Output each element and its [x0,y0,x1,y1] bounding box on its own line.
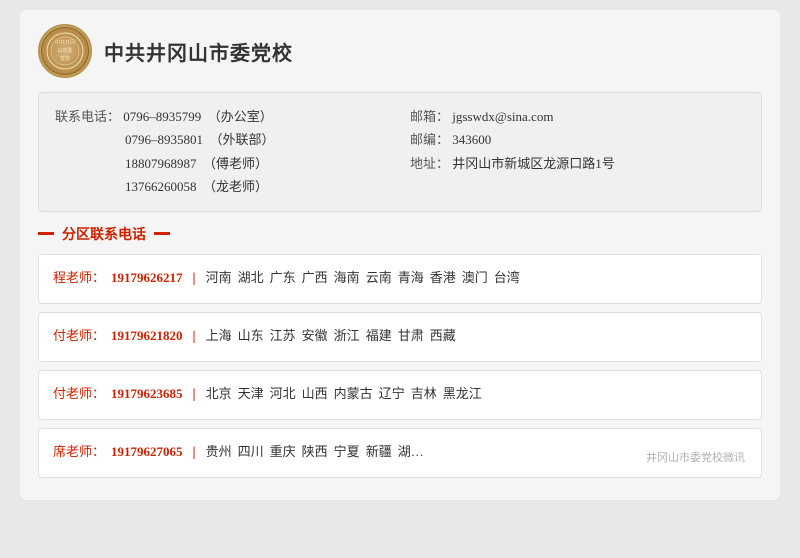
region-2-5: 辽宁 [379,381,405,407]
region-2-6: 吉林 [411,381,437,407]
teacher-phone-1: 19179621820 [111,323,183,349]
region-0-9: 台湾 [494,265,520,291]
region-1-6: 甘肃 [398,323,424,349]
teacher-name-0: 程老师： [53,265,105,291]
teacher-phone-3: 19179627065 [111,439,183,465]
region-3-5: 新疆 [366,439,392,465]
teacher-name-3: 席老师： [53,439,105,465]
region-1-7: 西藏 [430,323,456,349]
main-container: 中共井冈 山市委 党校 中共井冈山市委党校 联系电话： 0796–8935799… [20,10,780,500]
info-right: 邮箱： jgsswdx@sina.com 邮编： 343600 地址： 井冈山市… [410,105,745,199]
email-row: 邮箱： jgsswdx@sina.com [410,105,745,128]
region-1-3: 安徽 [302,323,328,349]
region-3-4: 宁夏 [334,439,360,465]
section-header: 分区联系电话 [38,224,762,244]
contact-info-block: 联系电话： 0796–8935799 （办公室） 0796–8935801 （外… [38,92,762,212]
section-bar-left [38,232,54,235]
region-2-1: 天津 [238,381,264,407]
phone-3: 18807968987 （傅老师） [125,156,268,171]
region-0-8: 澳门 [462,265,488,291]
region-3-1: 四川 [238,439,264,465]
phone-row-2: 0796–8935801 （外联部） [55,128,390,151]
region-0-6: 青海 [398,265,424,291]
divider-0: | [193,265,196,293]
phone-1: 0796–8935799 （办公室） [123,109,273,124]
region-3-6: 湖… [398,439,424,465]
region-2-2: 河北 [270,381,296,407]
email-value: jgsswdx@sina.com [452,109,553,124]
postcode-value: 343600 [452,132,491,147]
contact-card-0: 程老师： 19179626217 | 河南 湖北 广东 广西 海南 云南 青海 … [38,254,762,304]
teacher-phone-0: 19179626217 [111,265,183,291]
contact-card-1: 付老师： 19179621820 | 上海 山东 江苏 安徽 浙江 福建 甘肃 … [38,312,762,362]
divider-3: | [193,439,196,467]
contact-line-0: 程老师： 19179626217 | 河南 湖北 广东 广西 海南 云南 青海 … [53,265,747,293]
region-0-2: 广东 [270,265,296,291]
region-1-2: 江苏 [270,323,296,349]
region-1-0: 上海 [206,323,232,349]
region-2-4: 内蒙古 [334,381,373,407]
region-0-4: 海南 [334,265,360,291]
teacher-name-1: 付老师： [53,323,105,349]
email-label: 邮箱： [410,109,449,124]
divider-1: | [193,323,196,351]
region-0-7: 香港 [430,265,456,291]
svg-text:山市委: 山市委 [57,47,72,54]
contact-card-3: 席老师： 19179627065 | 贵州 四川 重庆 陕西 宁夏 新疆 湖… … [38,428,762,478]
region-0-1: 湖北 [238,265,264,291]
region-2-3: 山西 [302,381,328,407]
region-1-5: 福建 [366,323,392,349]
logo-circle: 中共井冈 山市委 党校 [38,24,92,78]
region-0-5: 云南 [366,265,392,291]
contact-card-2: 付老师： 19179623685 | 北京 天津 河北 山西 内蒙古 辽宁 吉林… [38,370,762,420]
postcode-label: 邮编： [410,132,449,147]
address-value: 井冈山市新城区龙源口路1号 [452,156,615,171]
contact-line-1: 付老师： 19179621820 | 上海 山东 江苏 安徽 浙江 福建 甘肃 … [53,323,747,351]
region-2-7: 黑龙江 [443,381,482,407]
phone-row-1: 联系电话： 0796–8935799 （办公室） [55,105,390,128]
svg-text:党校: 党校 [60,55,70,62]
region-0-0: 河南 [206,265,232,291]
region-3-2: 重庆 [270,439,296,465]
region-3-0: 贵州 [206,439,232,465]
region-2-0: 北京 [206,381,232,407]
contact-line-2: 付老师： 19179623685 | 北京 天津 河北 山西 内蒙古 辽宁 吉林… [53,381,747,409]
phone-row-3: 18807968987 （傅老师） [55,152,390,175]
region-0-3: 广西 [302,265,328,291]
address-label: 地址： [410,156,449,171]
region-1-1: 山东 [238,323,264,349]
section-bar-right [154,232,170,235]
phone-4: 13766260058 （龙老师） [125,179,268,194]
postcode-row: 邮编： 343600 [410,128,745,151]
info-left: 联系电话： 0796–8935799 （办公室） 0796–8935801 （外… [55,105,390,199]
teacher-name-2: 付老师： [53,381,105,407]
phone-2: 0796–8935801 （外联部） [125,132,275,147]
logo-image: 中共井冈 山市委 党校 [41,27,89,75]
section-title: 分区联系电话 [58,224,150,244]
teacher-phone-2: 19179623685 [111,381,183,407]
contact-cards-wrapper: 程老师： 19179626217 | 河南 湖北 广东 广西 海南 云南 青海 … [38,254,762,478]
region-3-3: 陕西 [302,439,328,465]
divider-2: | [193,381,196,409]
region-1-4: 浙江 [334,323,360,349]
org-title: 中共井冈山市委党校 [104,37,293,66]
address-row: 地址： 井冈山市新城区龙源口路1号 [410,152,745,175]
header: 中共井冈 山市委 党校 中共井冈山市委党校 [38,24,762,78]
svg-text:中共井冈: 中共井冈 [55,39,75,46]
phone-row-4: 13766260058 （龙老师） [55,175,390,198]
phone-label: 联系电话： [55,109,120,124]
watermark-text: 井冈山市委党校微讯 [640,445,751,471]
